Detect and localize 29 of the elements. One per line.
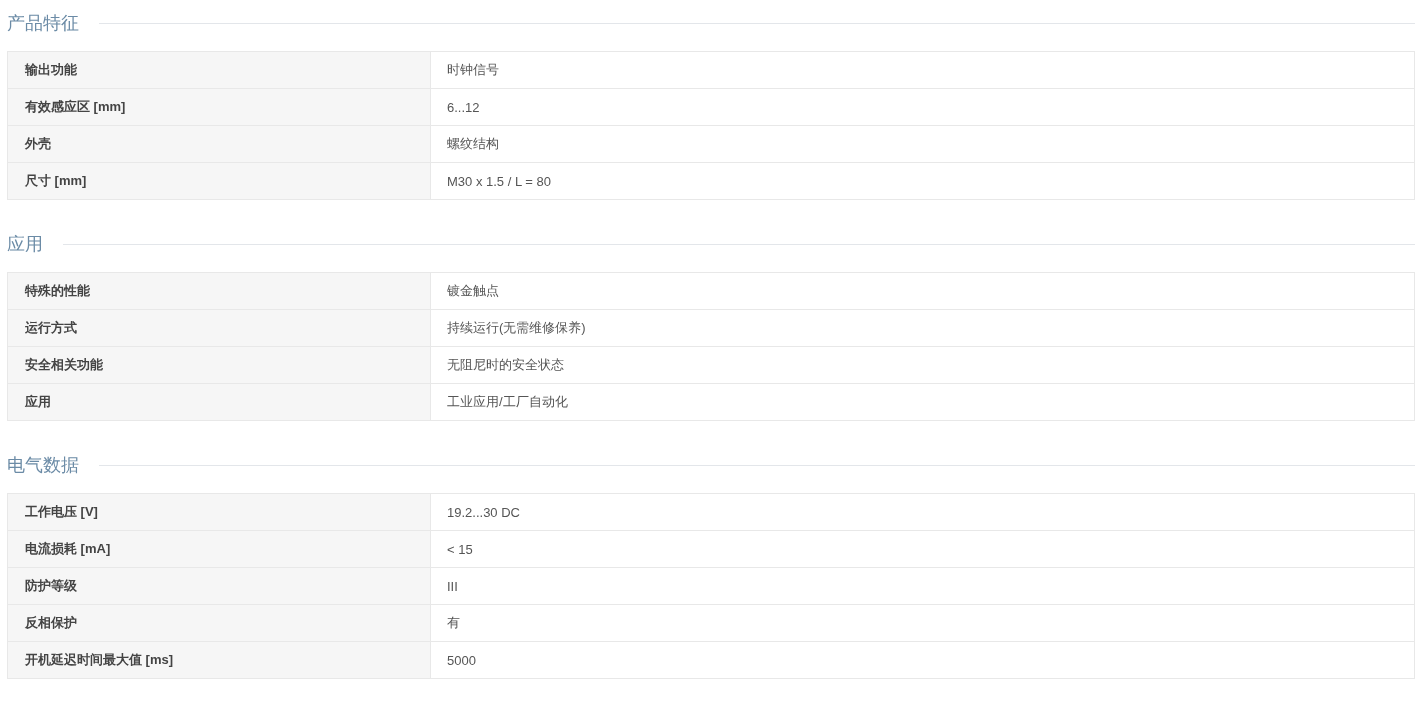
section-heading: 应用 [7, 233, 43, 256]
spec-value: < 15 [430, 530, 1415, 568]
section-heading: 电气数据 [7, 454, 79, 477]
spec-value: 19.2...30 DC [430, 493, 1415, 531]
spec-label: 外壳 [7, 125, 431, 163]
spec-label: 特殊的性能 [7, 272, 431, 310]
spec-value: III [430, 567, 1415, 605]
spec-label: 安全相关功能 [7, 346, 431, 384]
spec-label: 尺寸 [mm] [7, 162, 431, 200]
spec-value: 螺纹结构 [430, 125, 1415, 163]
spec-label: 防护等级 [7, 567, 431, 605]
section-heading: 产品特征 [7, 12, 79, 35]
spec-label: 有效感应区 [mm] [7, 88, 431, 126]
spec-label: 反相保护 [7, 604, 431, 642]
spec-label: 输出功能 [7, 51, 431, 89]
spec-value: 工业应用/工厂自动化 [430, 383, 1415, 421]
spec-value: 时钟信号 [430, 51, 1415, 89]
spec-label: 运行方式 [7, 309, 431, 347]
spec-label: 电流损耗 [mA] [7, 530, 431, 568]
spec-value: 6...12 [430, 88, 1415, 126]
spec-label: 工作电压 [V] [7, 493, 431, 531]
spec-value: 持续运行(无需维修保养) [430, 309, 1415, 347]
spec-label: 应用 [7, 383, 431, 421]
spec-value: 有 [430, 604, 1415, 642]
spec-value: 镀金触点 [430, 272, 1415, 310]
spec-value: M30 x 1.5 / L = 80 [430, 162, 1415, 200]
spec-value: 5000 [430, 641, 1415, 679]
spec-label: 开机延迟时间最大值 [ms] [7, 641, 431, 679]
spec-value: 无阻尼时的安全状态 [430, 346, 1415, 384]
